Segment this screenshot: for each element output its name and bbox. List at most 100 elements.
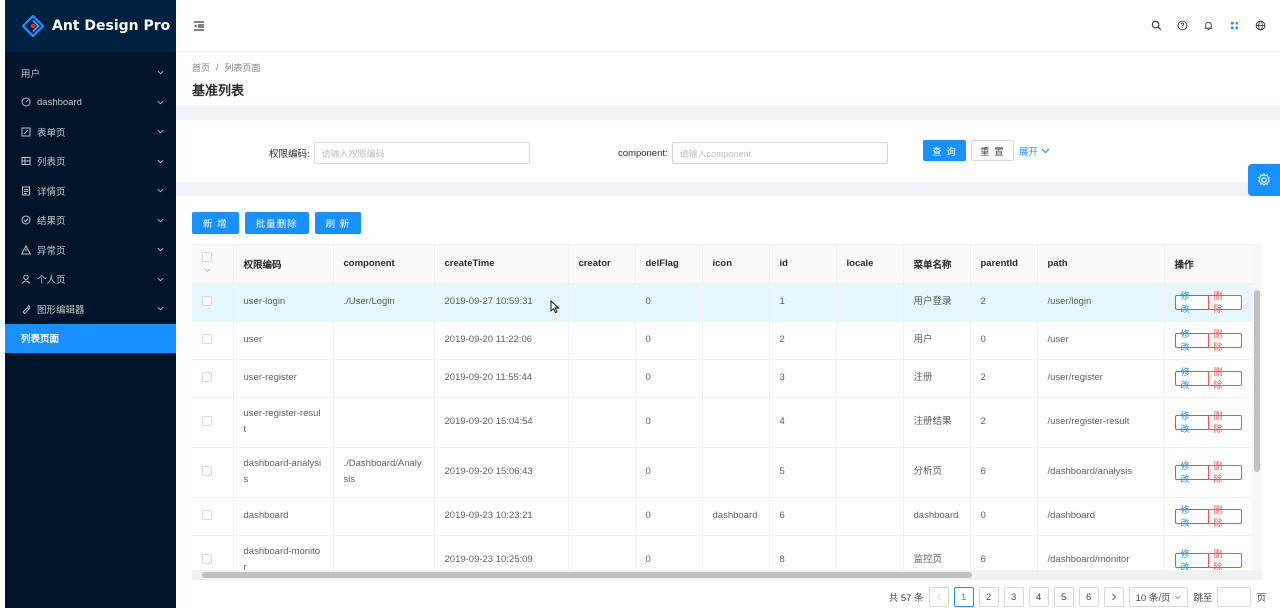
- page-size-select[interactable]: 10 条/页: [1128, 587, 1189, 607]
- delete-button[interactable]: 删 除: [1207, 505, 1242, 528]
- edit-button[interactable]: 修 改: [1174, 291, 1209, 314]
- sidebar-item[interactable]: 详情页: [5, 176, 176, 206]
- row-select-cell: [192, 359, 234, 398]
- add-button[interactable]: 新 增: [192, 212, 239, 234]
- ant-logo-icon: [22, 15, 44, 37]
- sidebar-item[interactable]: 列表页面: [5, 323, 176, 353]
- cell-delFlag: 0: [635, 447, 703, 498]
- cell-text: 0: [645, 466, 651, 477]
- question-icon[interactable]: [1176, 20, 1188, 32]
- cell-text: 2: [980, 416, 986, 427]
- user-icon: [21, 274, 31, 285]
- edit-button[interactable]: 修 改: [1174, 329, 1209, 352]
- delete-button[interactable]: 删 除: [1207, 367, 1242, 390]
- edit-button[interactable]: 修 改: [1174, 505, 1209, 528]
- delete-button[interactable]: 删 除: [1207, 291, 1242, 314]
- edit-button[interactable]: 修 改: [1174, 549, 1209, 570]
- cell-text: /user/register-result: [1047, 416, 1130, 427]
- select-all-checkbox[interactable]: [202, 251, 212, 262]
- cell-delFlag: 0: [635, 359, 703, 398]
- sidebar-item[interactable]: 用户: [5, 58, 176, 88]
- row-checkbox[interactable]: [202, 371, 212, 382]
- table-row[interactable]: dashboard-analysis ./Dashboard/Analysis 20…: [192, 447, 1252, 498]
- jump-page-input[interactable]: [1217, 587, 1252, 607]
- cell-text: 5: [779, 466, 785, 477]
- cell-parentId: 0: [970, 321, 1038, 360]
- page-button[interactable]: 2: [978, 587, 999, 607]
- cell-path: /user: [1037, 321, 1165, 360]
- cell-delFlag: 0: [635, 497, 703, 536]
- permission-code-input[interactable]: 请输入权限编码: [313, 142, 530, 164]
- chevron-down-icon[interactable]: [204, 268, 211, 273]
- sidebar-item[interactable]: 结果页: [5, 206, 176, 236]
- page-button[interactable]: 3: [1003, 587, 1024, 607]
- delete-button[interactable]: 删 除: [1207, 461, 1242, 484]
- row-checkbox[interactable]: [202, 509, 212, 520]
- chevron-down-icon: [157, 248, 164, 252]
- query-button[interactable]: 查 询: [923, 140, 966, 161]
- sidebar-item-label: 结果页: [37, 216, 66, 228]
- globe-icon[interactable]: [1254, 20, 1266, 32]
- cell-creator: [568, 535, 636, 570]
- sidebar-item[interactable]: dashboard: [5, 88, 176, 118]
- edit-button[interactable]: 修 改: [1174, 367, 1209, 390]
- table-row[interactable]: user-register-result 2019-09-20 15:04:54 0…: [192, 397, 1252, 448]
- page-button[interactable]: 4: [1028, 587, 1049, 607]
- edit-button[interactable]: 修 改: [1174, 411, 1209, 434]
- cell-component: ./Dashboard/Analysis: [333, 447, 435, 498]
- sidebar-item[interactable]: 列表页: [5, 147, 176, 177]
- cell-creator: [568, 397, 636, 448]
- page-button[interactable]: 6: [1078, 587, 1099, 607]
- row-checkbox[interactable]: [202, 415, 212, 426]
- page-button[interactable]: 5: [1053, 587, 1074, 607]
- delete-button[interactable]: 删 除: [1207, 329, 1242, 352]
- vertical-scrollbar[interactable]: [1252, 244, 1262, 570]
- sidebar-item[interactable]: 表单页: [5, 117, 176, 147]
- warning-icon: [21, 244, 31, 255]
- sidebar-item[interactable]: 异常页: [5, 235, 176, 265]
- apps-icon[interactable]: [1228, 20, 1240, 32]
- sidebar-item[interactable]: 图形编辑器: [5, 294, 176, 324]
- breadcrumb-home[interactable]: 首页: [192, 61, 210, 74]
- component-input[interactable]: 请输入component: [671, 142, 888, 164]
- cell-text: 0: [645, 416, 651, 427]
- cell-name: dashboard: [903, 497, 971, 536]
- cell-text: user-register-result: [243, 408, 321, 435]
- cell-text: 用户登录: [913, 296, 952, 307]
- search-icon[interactable]: [1150, 20, 1162, 32]
- refresh-button[interactable]: 刷 新: [314, 212, 362, 234]
- menu-fold-icon[interactable]: [192, 19, 206, 33]
- column-header: parentId: [970, 245, 1038, 284]
- batch-delete-button[interactable]: 批量删除: [244, 212, 309, 234]
- table-row[interactable]: user-login ./User/Login 2019-09-27 10:59:3…: [192, 283, 1252, 322]
- table-row[interactable]: user-register 2019-09-20 11:55:44 0 3 注册 2/us…: [192, 359, 1252, 398]
- expand-toggle[interactable]: 展开: [1019, 144, 1050, 158]
- table-row[interactable]: dashboard 2019-09-23 10:23:21 0 dashboard 6 d…: [192, 497, 1252, 536]
- table-row[interactable]: dashboard-monitor 2019-09-23 10:25:09 0 8 监控…: [192, 535, 1252, 570]
- cell-createTime: 2019-09-23 10:23:21: [434, 497, 569, 536]
- sidebar-item[interactable]: 个人页: [5, 265, 176, 295]
- sidebar-item-label: 图形编辑器: [37, 304, 85, 316]
- table-row[interactable]: user 2019-09-20 11:22:06 0 2 用户 0/user 修 改 删 …: [192, 321, 1252, 360]
- search-actions: 查 询 重 置 展开: [923, 140, 1050, 161]
- row-checkbox[interactable]: [202, 465, 212, 476]
- settings-drawer-button[interactable]: [1248, 164, 1280, 196]
- logo[interactable]: Ant Design Pro: [5, 0, 176, 52]
- prev-page-button[interactable]: [928, 587, 949, 607]
- horizontal-scrollbar[interactable]: [192, 570, 1262, 580]
- row-checkbox[interactable]: [202, 295, 212, 306]
- edit-button[interactable]: 修 改: [1174, 461, 1209, 484]
- cell-icon: [702, 397, 770, 448]
- next-page-button[interactable]: [1103, 587, 1124, 607]
- cell-code: dashboard: [233, 497, 334, 536]
- cell-icon: [702, 359, 770, 398]
- row-checkbox[interactable]: [202, 553, 212, 564]
- reset-button[interactable]: 重 置: [971, 140, 1014, 161]
- action-cell: 修 改 删 除: [1164, 535, 1252, 570]
- bell-icon[interactable]: [1202, 20, 1214, 32]
- delete-button[interactable]: 删 除: [1207, 411, 1242, 434]
- row-checkbox[interactable]: [202, 333, 212, 344]
- page-button[interactable]: 1: [953, 587, 974, 607]
- delete-button[interactable]: 删 除: [1207, 549, 1242, 570]
- table-body: user-login ./User/Login 2019-09-27 10:59:3…: [192, 283, 1252, 570]
